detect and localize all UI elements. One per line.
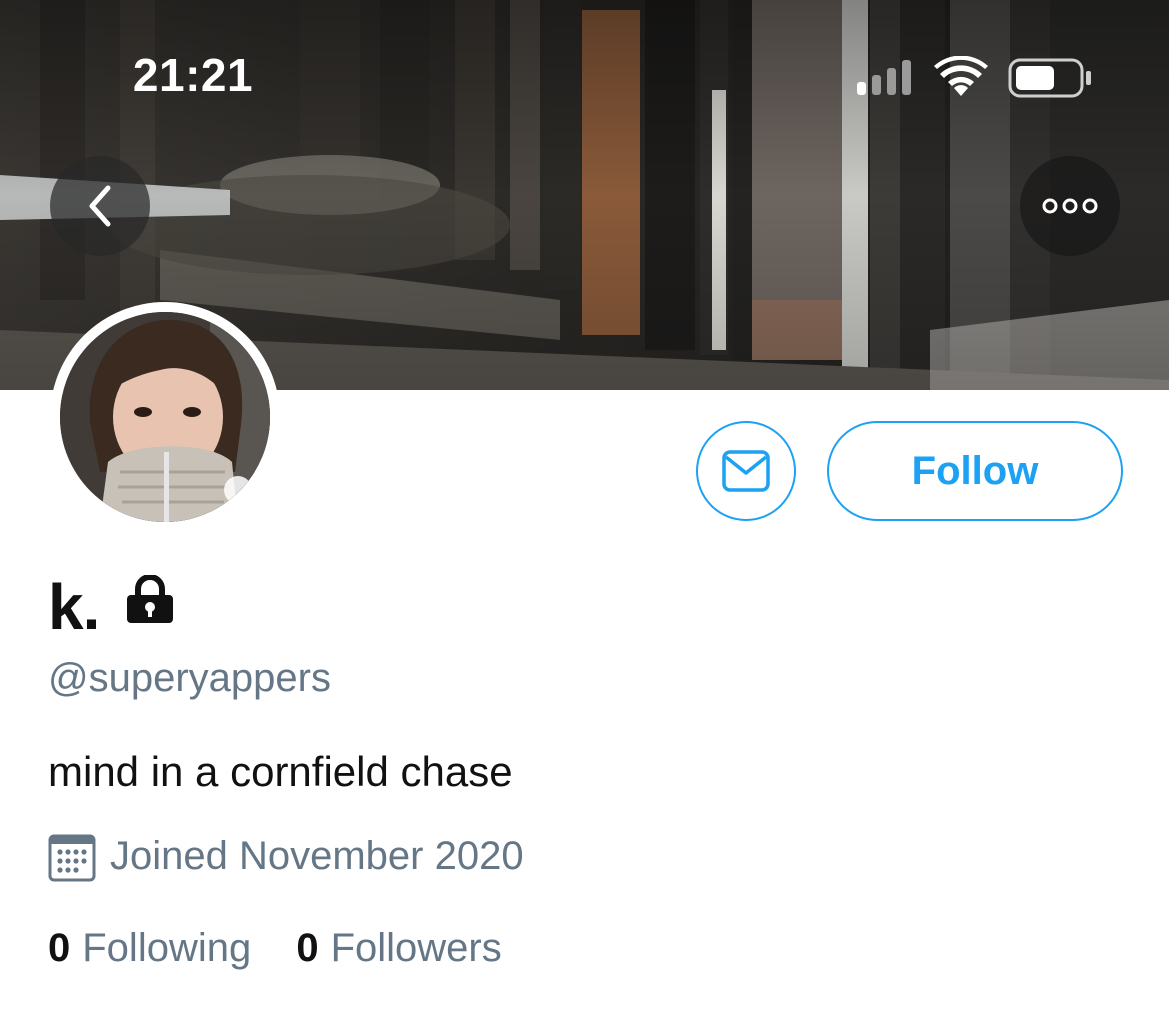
cellular-signal-icon bbox=[855, 58, 915, 101]
battery-icon bbox=[1008, 58, 1094, 103]
avatar[interactable] bbox=[50, 302, 280, 532]
more-horizontal-icon bbox=[1042, 198, 1098, 214]
following-link[interactable]: 0 Following bbox=[48, 926, 251, 971]
join-date: Joined November 2020 bbox=[110, 834, 524, 878]
profile-screen: 21:21 Follow k. @superyappers mind in a … bbox=[0, 0, 1169, 1027]
chevron-left-icon bbox=[89, 185, 111, 227]
display-name: k. bbox=[48, 571, 100, 643]
follow-button[interactable]: Follow bbox=[827, 421, 1123, 521]
wifi-icon bbox=[934, 55, 988, 103]
message-button[interactable] bbox=[696, 421, 796, 521]
more-options-button[interactable] bbox=[1020, 156, 1120, 256]
followers-link[interactable]: 0 Followers bbox=[296, 926, 501, 971]
handle: @superyappers bbox=[48, 656, 331, 700]
back-button[interactable] bbox=[50, 156, 150, 256]
following-count: 0 bbox=[48, 926, 71, 970]
bio: mind in a cornfield chase bbox=[48, 748, 513, 795]
avatar-photo bbox=[60, 312, 270, 522]
follow-stats: 0 Following 0 Followers bbox=[48, 926, 502, 971]
following-label: Following bbox=[82, 926, 252, 970]
lock-icon bbox=[124, 574, 176, 630]
status-time: 21:21 bbox=[132, 49, 254, 101]
envelope-icon bbox=[722, 450, 770, 492]
followers-count: 0 bbox=[296, 926, 319, 970]
followers-label: Followers bbox=[330, 926, 502, 970]
calendar-icon bbox=[48, 832, 96, 887]
